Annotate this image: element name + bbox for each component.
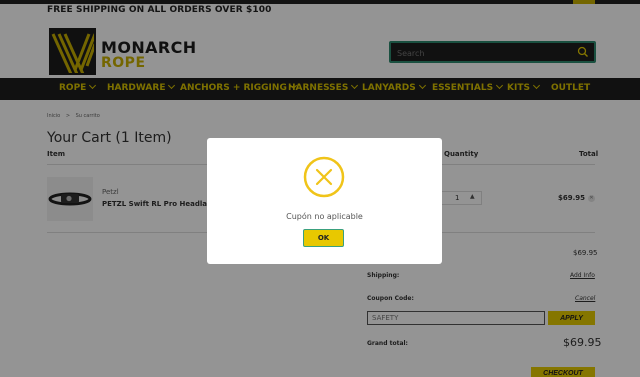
alert-message: Cupón no aplicable (286, 212, 363, 221)
alert-dialog: Cupón no aplicable OK (207, 138, 442, 264)
ok-button[interactable]: OK (303, 229, 344, 247)
error-x-icon (303, 156, 345, 198)
